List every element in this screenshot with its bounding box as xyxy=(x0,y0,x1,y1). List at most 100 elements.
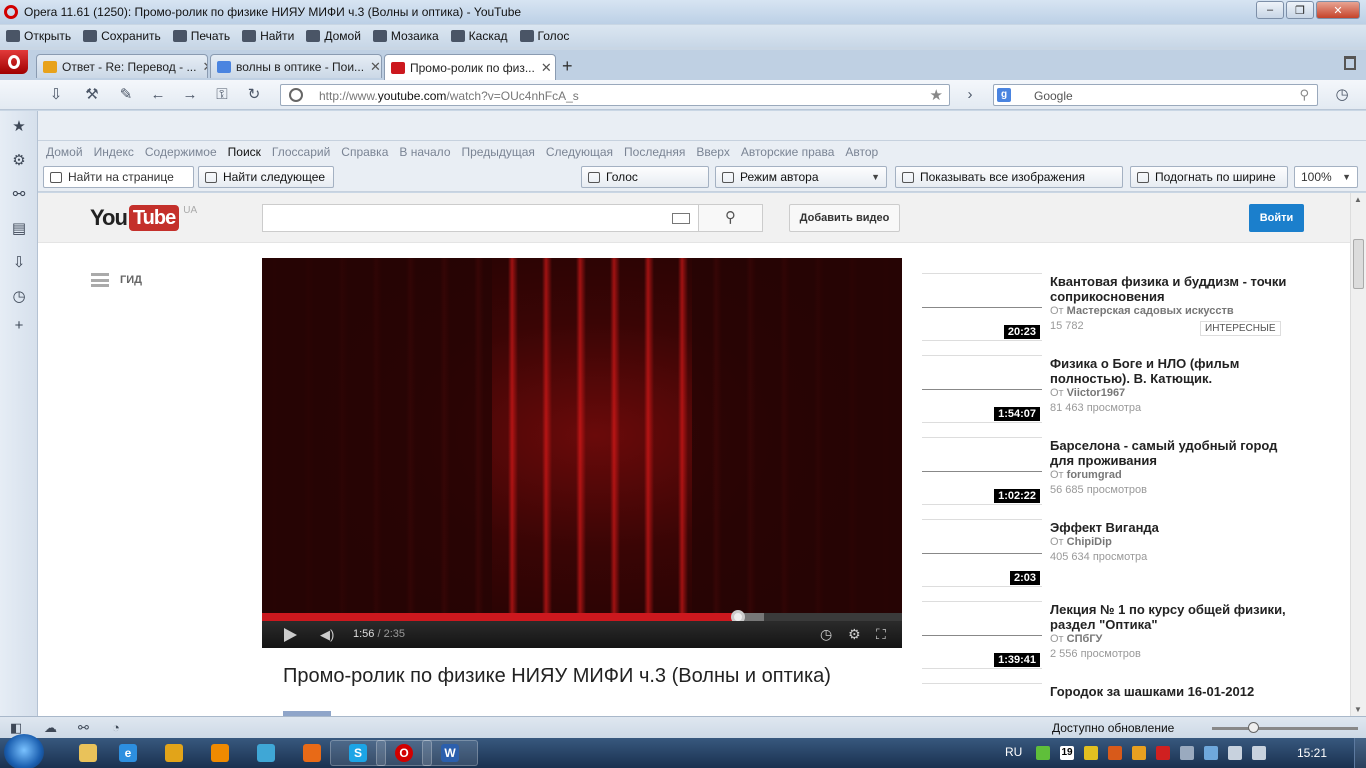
maximize-button[interactable]: ❐ xyxy=(1286,1,1314,19)
show-images-button[interactable]: Показывать все изображения xyxy=(895,166,1123,188)
downloads-icon[interactable]: ⇩ xyxy=(11,255,27,271)
share-icon[interactable]: ⚯ xyxy=(11,187,27,203)
nav-link[interactable]: Следующая xyxy=(546,145,613,159)
nav-link[interactable]: Содержимое xyxy=(145,145,217,159)
pen-icon[interactable]: ✎ xyxy=(118,87,134,103)
opera-link-icon[interactable]: ⚯ xyxy=(78,721,92,734)
close-button[interactable]: ✕ xyxy=(1316,1,1360,19)
toolbar-tile-button[interactable]: Мозаика xyxy=(372,29,439,43)
related-video-item[interactable]: 1:39:41 Лекция № 1 по курсу общей физики,… xyxy=(922,601,1322,669)
toolbar-save-button[interactable]: Сохранить xyxy=(83,29,161,43)
key-icon[interactable]: ⚿ xyxy=(214,87,230,103)
channel-name[interactable]: СПбГУ xyxy=(1067,633,1103,645)
panel-toggle-icon[interactable]: ⇩ xyxy=(48,87,64,103)
video-thumbnail[interactable]: 1:39:41 xyxy=(922,601,1042,669)
gear-icon[interactable]: ⚙ xyxy=(11,153,27,169)
zoom-select[interactable]: 100% ▼ xyxy=(1294,166,1358,188)
related-video-item[interactable]: 2:03 Эффект Виганда От ChipiDip 405 634 про… xyxy=(922,519,1322,587)
show-desktop-button[interactable] xyxy=(1354,738,1366,768)
fit-width-button[interactable]: Подогнать по ширине xyxy=(1130,166,1288,188)
zoom-slider-knob[interactable] xyxy=(1248,722,1259,733)
clock-icon[interactable]: ◷ xyxy=(1334,87,1350,103)
related-video-title[interactable]: Барселона - самый удобный город для прож… xyxy=(1050,438,1290,468)
google-engine-icon[interactable]: g xyxy=(997,88,1011,102)
progress-bar[interactable] xyxy=(262,610,902,624)
play-icon[interactable] xyxy=(284,628,297,642)
tray-calendar-icon[interactable]: 19 xyxy=(1060,746,1074,760)
nav-link[interactable]: Поиск xyxy=(228,145,261,159)
toolbar-cascade-button[interactable]: Каскад xyxy=(450,29,508,43)
toolbar-print-button[interactable]: Печать xyxy=(172,29,230,43)
author-mode-select[interactable]: Режим автора ▼ xyxy=(715,166,887,188)
url-field[interactable]: http://www.youtube.com/watch?v=OUc4nhFcA… xyxy=(280,84,950,106)
nav-link[interactable]: Домой xyxy=(46,145,83,159)
toolbar-home-button[interactable]: Домой xyxy=(306,29,361,43)
turbo-icon[interactable]: ◔ xyxy=(112,721,126,734)
zoom-slider[interactable] xyxy=(1212,722,1358,733)
tray-app-icon[interactable] xyxy=(1132,746,1146,760)
tab-forum-reply[interactable]: Ответ - Re: Перевод - ... ✕ xyxy=(36,54,208,78)
toolbar-find-button[interactable]: Найти xyxy=(242,29,294,43)
video-thumbnail[interactable]: 1:54:07 xyxy=(922,355,1042,423)
related-video-title[interactable]: Квантовая физика и буддизм - точки сопри… xyxy=(1050,274,1290,304)
flag-icon[interactable] xyxy=(1228,746,1242,760)
tray-star-icon[interactable] xyxy=(1108,746,1122,760)
tab-close-button[interactable]: ✕ xyxy=(364,59,381,75)
opera-unite-icon[interactable]: ☁ xyxy=(44,721,58,734)
nav-link[interactable]: Индекс xyxy=(94,145,134,159)
scroll-down-icon[interactable]: ▼ xyxy=(1354,705,1362,714)
notes-icon[interactable]: ▤ xyxy=(11,221,27,237)
bookmarks-star-icon[interactable]: ★ xyxy=(11,119,27,135)
page-scrollbar[interactable]: ▲ ▼ xyxy=(1350,193,1366,716)
gear-icon[interactable]: ⚙ xyxy=(848,627,861,641)
video-player[interactable]: ◀) 1:56 / 2:35 ◷ ⚙ ⛶ xyxy=(262,258,902,648)
nav-link[interactable]: Авторские права xyxy=(741,145,835,159)
web-search-field[interactable]: g Google ⚲ xyxy=(993,84,1318,106)
chevron-right-icon[interactable]: › xyxy=(962,87,978,103)
channel-name[interactable]: forumgrad xyxy=(1067,469,1122,481)
find-next-button[interactable]: Найти следующее xyxy=(198,166,334,188)
language-indicator[interactable]: RU xyxy=(1005,745,1022,759)
new-tab-button[interactable]: + xyxy=(562,56,573,77)
start-button[interactable] xyxy=(4,734,44,768)
nav-link[interactable]: Глоссарий xyxy=(272,145,330,159)
related-video-item[interactable]: Городок за шашками 16-01-2012От Alexande… xyxy=(922,683,1322,716)
update-available-text[interactable]: Доступно обновление xyxy=(1052,721,1174,735)
tray-app-icon[interactable] xyxy=(1204,746,1218,760)
forward-icon[interactable]: → xyxy=(182,87,198,103)
related-video-title[interactable]: Городок за шашками 16-01-2012 xyxy=(1050,684,1290,699)
voice-button[interactable]: Голос xyxy=(581,166,709,188)
video-thumbnail[interactable]: 1:02:22 xyxy=(922,437,1042,505)
add-panel-icon[interactable]: + xyxy=(11,318,27,334)
toolbar-voice-button[interactable]: Голос xyxy=(519,29,569,43)
youtube-search-input[interactable] xyxy=(262,204,699,232)
related-video-item[interactable]: 1:02:22 Барселона - самый удобный город д… xyxy=(922,437,1322,505)
toggle-panel-icon[interactable]: ◧ xyxy=(10,721,24,734)
scrollbar-thumb[interactable] xyxy=(1353,239,1364,289)
channel-name[interactable]: ChipiDip xyxy=(1067,536,1112,548)
bookmark-star-icon[interactable]: ★ xyxy=(930,86,943,104)
related-video-item[interactable]: 20:23 Квантовая физика и буддизм - точки … xyxy=(922,273,1322,341)
watch-later-icon[interactable]: ◷ xyxy=(820,627,832,641)
related-video-item[interactable]: 1:54:07 Физика о Боге и НЛО (фильм полнос… xyxy=(922,355,1322,423)
volume-icon[interactable] xyxy=(1252,746,1266,760)
trash-icon[interactable] xyxy=(1344,56,1356,70)
nav-link[interactable]: Последняя xyxy=(624,145,685,159)
tray-antivirus-icon[interactable] xyxy=(1156,746,1170,760)
tab-google-search[interactable]: волны в оптике - Пои... ✕ xyxy=(210,54,382,78)
keyboard-icon[interactable] xyxy=(672,213,690,224)
tab-close-button[interactable]: ✕ xyxy=(196,59,207,75)
login-button[interactable]: Войти xyxy=(1249,204,1304,232)
related-video-title[interactable]: Физика о Боге и НЛО (фильм полностью). В… xyxy=(1050,356,1290,386)
tab-youtube-video[interactable]: Промо-ролик по физ... ✕ xyxy=(384,54,556,80)
related-video-title[interactable]: Эффект Виганда xyxy=(1050,520,1290,535)
fullscreen-icon[interactable]: ⛶ xyxy=(876,627,886,641)
tray-shield-icon[interactable] xyxy=(1036,746,1050,760)
volume-icon[interactable]: ◀) xyxy=(320,628,340,641)
back-icon[interactable]: ← xyxy=(150,87,166,103)
search-icon[interactable]: ⚲ xyxy=(1299,87,1309,103)
channel-name[interactable]: Viictor1967 xyxy=(1067,387,1126,399)
clock[interactable]: 15:21 xyxy=(1297,746,1327,760)
related-video-title[interactable]: Лекция № 1 по курсу общей физики, раздел… xyxy=(1050,602,1290,632)
reload-icon[interactable]: ↻ xyxy=(246,87,262,103)
